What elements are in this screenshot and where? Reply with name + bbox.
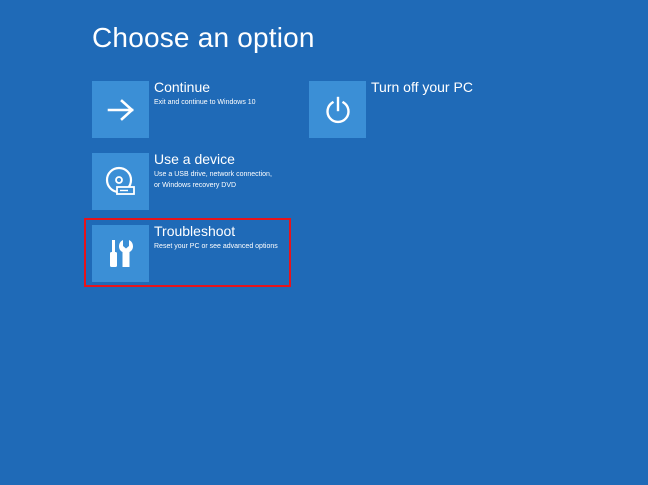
- troubleshoot-option[interactable]: Troubleshoot Reset your PC or see advanc…: [92, 223, 292, 283]
- troubleshoot-description: Reset your PC or see advanced options: [154, 243, 278, 250]
- arrow-right-icon: [107, 98, 135, 121]
- continue-tile[interactable]: [92, 81, 149, 138]
- continue-description: Exit and continue to Windows 10: [154, 99, 256, 106]
- turn-off-tile[interactable]: [309, 81, 366, 138]
- tools-icon: [106, 238, 136, 270]
- page-title: Choose an option: [92, 22, 315, 53]
- continue-title: Continue: [154, 79, 211, 95]
- power-icon: [323, 95, 353, 125]
- turn-off-title: Turn off your PC: [371, 79, 473, 95]
- use-device-option[interactable]: Use a device Use a USB drive, network co…: [92, 151, 292, 211]
- troubleshoot-title: Troubleshoot: [154, 223, 236, 239]
- turn-off-option[interactable]: Turn off your PC: [309, 79, 509, 139]
- continue-option[interactable]: Continue Exit and continue to Windows 10: [92, 79, 292, 139]
- troubleshoot-tile[interactable]: [92, 225, 149, 282]
- use-device-description: Use a USB drive, network connection, or …: [154, 171, 272, 189]
- disc-drive-icon: [104, 165, 138, 199]
- use-device-title: Use a device: [154, 151, 235, 167]
- use-device-tile[interactable]: [92, 153, 149, 210]
